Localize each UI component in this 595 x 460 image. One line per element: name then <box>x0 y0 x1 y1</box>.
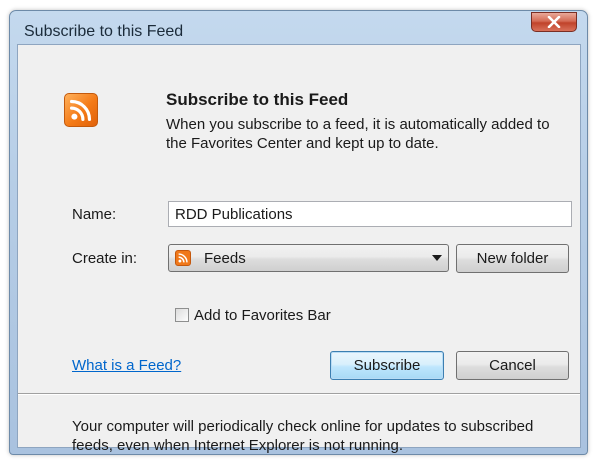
create-in-label: Create in: <box>72 250 138 267</box>
name-label: Name: <box>72 206 117 223</box>
update-info-text: Your computer will periodically check on… <box>72 418 534 454</box>
create-in-selected-value: Feeds <box>204 250 246 267</box>
close-button[interactable] <box>531 12 577 32</box>
subscribe-feed-dialog: Subscribe to this Feed Subscribe to this… <box>9 10 588 455</box>
close-x-icon <box>547 16 561 28</box>
add-to-favorites-label[interactable]: Add to Favorites Bar <box>194 307 331 324</box>
title-bar[interactable]: Subscribe to this Feed <box>10 11 587 45</box>
window-title: Subscribe to this Feed <box>24 23 184 40</box>
create-in-dropdown[interactable]: Feeds <box>168 244 449 272</box>
cancel-button[interactable]: Cancel <box>456 351 569 380</box>
footer-divider <box>18 393 580 395</box>
feed-folder-icon <box>175 250 191 266</box>
dialog-content: Subscribe to this Feed When you subscrib… <box>17 44 581 454</box>
add-to-favorites-checkbox[interactable] <box>175 308 189 322</box>
new-folder-button[interactable]: New folder <box>456 244 569 273</box>
dialog-description: When you subscribe to a feed, it is auto… <box>166 116 550 152</box>
rss-feed-icon <box>64 93 98 127</box>
what-is-feed-link[interactable]: What is a Feed? <box>72 357 181 374</box>
chevron-down-icon <box>432 255 442 261</box>
subscribe-button[interactable]: Subscribe <box>330 351 444 380</box>
dialog-heading: Subscribe to this Feed <box>166 90 349 109</box>
feed-name-input[interactable] <box>168 201 572 227</box>
